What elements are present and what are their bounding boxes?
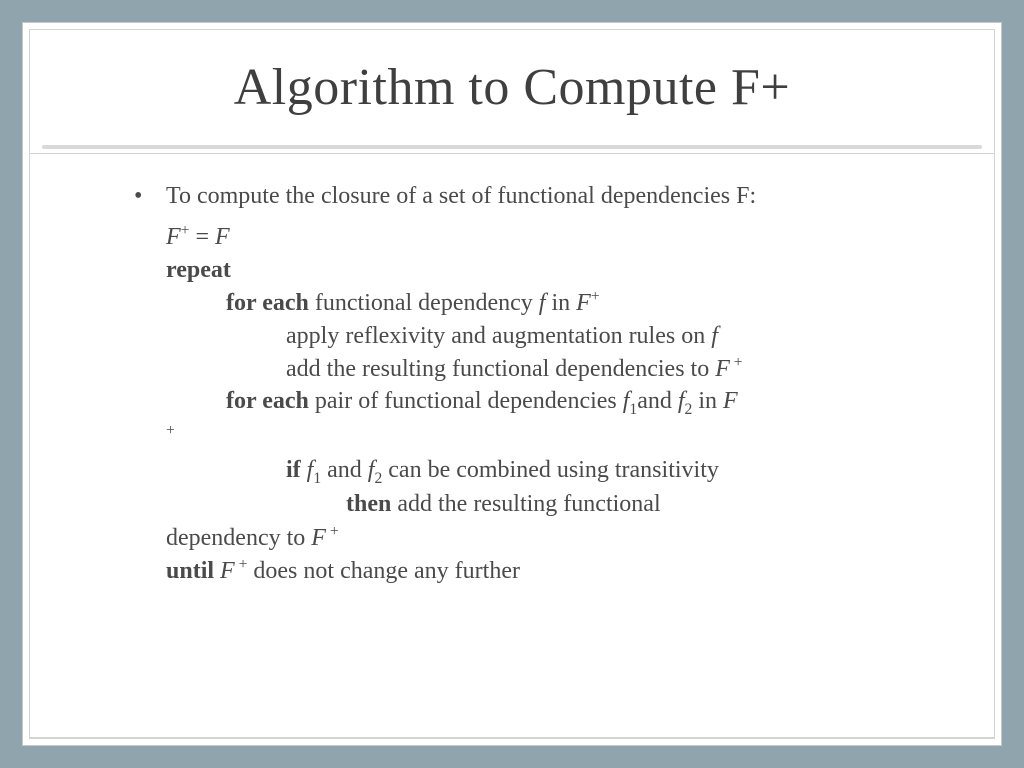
algo-until: until F + does not change any further (166, 554, 924, 587)
title-divider-thick (42, 145, 982, 149)
algo-foreach-2: for each pair of functional dependencies… (166, 385, 924, 420)
algo-add-1: add the resulting functional dependencie… (166, 352, 924, 385)
algo-apply: apply reflexivity and augmentation rules… (166, 320, 924, 352)
algorithm-block: F+ = F repeat for each functional depend… (166, 220, 924, 587)
bullet-text: To compute the closure of a set of funct… (166, 180, 924, 212)
content-area: • To compute the closure of a set of fun… (30, 154, 994, 737)
algo-then: then add the resulting functional (166, 488, 924, 520)
algo-if: if f1 and f2 can be combined using trans… (166, 454, 924, 489)
algo-foreach-1: for each functional dependency f in F+ (166, 286, 924, 319)
bullet-marker: • (130, 180, 166, 212)
bullet-item: • To compute the closure of a set of fun… (130, 180, 924, 212)
algo-repeat: repeat (166, 254, 924, 286)
algo-init: F+ = F (166, 220, 924, 253)
slide-title: Algorithm to Compute F+ (70, 58, 954, 117)
title-container: Algorithm to Compute F+ (30, 30, 994, 145)
algo-hanging-superscript: + (166, 420, 924, 453)
algo-dependency: dependency to F + (166, 521, 924, 554)
slide-outer-frame: Algorithm to Compute F+ • To compute the… (22, 22, 1002, 746)
slide-inner-frame: Algorithm to Compute F+ • To compute the… (29, 29, 995, 739)
footer-divider (30, 737, 994, 738)
